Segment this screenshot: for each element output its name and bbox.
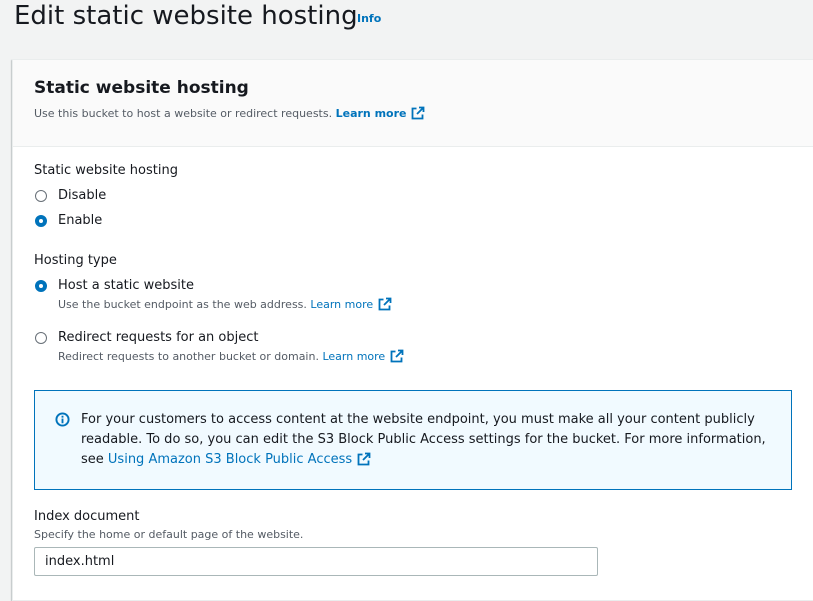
external-link-icon: [378, 297, 392, 311]
panel-header: Static website hosting Use this bucket t…: [13, 60, 813, 147]
panel-description: Use this bucket to host a website or red…: [34, 106, 425, 120]
index-document-label: Index document: [34, 509, 140, 524]
radio-enable[interactable]: [35, 215, 47, 227]
host-static-website-description-text: Use the bucket endpoint as the web addre…: [58, 298, 307, 311]
info-link[interactable]: Info: [357, 12, 381, 25]
index-document-input[interactable]: [34, 547, 598, 576]
info-alert: For your customers to access content at …: [34, 390, 792, 490]
panel-learn-more-link[interactable]: Learn more: [335, 106, 426, 120]
radio-redirect-requests[interactable]: [35, 332, 47, 344]
radio-disable[interactable]: [35, 190, 47, 202]
redirect-learn-more-label: Learn more: [322, 350, 386, 363]
external-link-icon: [390, 349, 404, 363]
redirect-learn-more-link[interactable]: Learn more: [322, 349, 404, 363]
block-public-access-link-label: Using Amazon S3 Block Public Access: [107, 452, 353, 467]
host-static-learn-more-link[interactable]: Learn more: [310, 297, 392, 311]
host-static-website-description: Use the bucket endpoint as the web addre…: [58, 297, 392, 311]
radio-enable-label[interactable]: Enable: [58, 213, 102, 228]
panel-description-text: Use this bucket to host a website or red…: [34, 107, 333, 120]
panel-learn-more-label: Learn more: [335, 107, 407, 120]
host-static-learn-more-label: Learn more: [310, 298, 374, 311]
radio-host-static-website[interactable]: [35, 280, 47, 292]
redirect-requests-description: Redirect requests to another bucket or d…: [58, 349, 404, 363]
radio-disable-label[interactable]: Disable: [58, 188, 106, 203]
panel-title: Static website hosting: [34, 78, 249, 98]
external-link-icon: [412, 106, 425, 120]
info-circle-icon: [55, 412, 70, 427]
page-title: Edit static website hosting: [14, 1, 358, 31]
hosting-toggle-label: Static website hosting: [34, 163, 178, 178]
block-public-access-link[interactable]: Using Amazon S3 Block Public Access: [108, 452, 371, 467]
radio-host-static-website-label[interactable]: Host a static website: [58, 278, 194, 293]
index-document-description: Specify the home or default page of the …: [34, 528, 304, 541]
redirect-requests-description-text: Redirect requests to another bucket or d…: [58, 350, 319, 363]
alert-text: For your customers to access content at …: [81, 410, 781, 470]
hosting-type-label: Hosting type: [34, 253, 117, 268]
external-link-icon: [357, 452, 371, 466]
radio-redirect-requests-label[interactable]: Redirect requests for an object: [58, 330, 258, 345]
